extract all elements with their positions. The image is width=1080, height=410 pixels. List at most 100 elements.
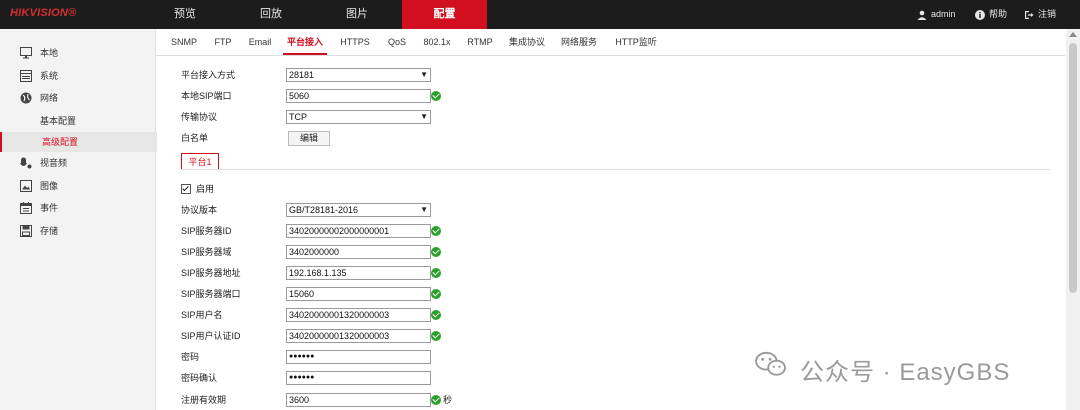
sidebar-item-label: 高级配置 <box>42 137 79 147</box>
watermark-text: 公众号 · EasyGBS <box>800 359 1011 386</box>
sidebar-item-label: 存储 <box>40 226 59 236</box>
password-confirm-label: 密码确认 <box>181 373 218 383</box>
protocol-version-label: 协议版本 <box>181 205 218 215</box>
globe-icon <box>20 92 32 104</box>
enable-label: 启用 <box>196 184 215 194</box>
help-label: 帮助 <box>989 9 1008 19</box>
sidebar-item-network[interactable]: 网络 <box>0 88 155 108</box>
sip-server-address-label: SIP服务器地址 <box>181 268 241 278</box>
tab-rtmp[interactable]: RTMP <box>463 29 497 55</box>
password-label: 密码 <box>181 352 200 362</box>
sip-server-address-input[interactable]: 192.168.1.135 <box>286 266 431 280</box>
seconds-unit: 秒 <box>443 395 453 405</box>
password-input[interactable]: ●●●●●● <box>286 350 431 364</box>
help-button[interactable]: 帮助 <box>975 0 1007 29</box>
chevron-down-icon: ▼ <box>420 70 428 79</box>
nav-configuration[interactable]: 配置 <box>402 0 487 29</box>
tab-8021x[interactable]: 802.1x <box>420 29 454 55</box>
access-mode-select[interactable]: 28181 ▼ <box>286 68 431 82</box>
tab-snmp[interactable]: SNMP <box>167 29 201 55</box>
user-icon <box>917 10 927 20</box>
tab-ftp[interactable]: FTP <box>210 29 236 55</box>
sidebar-item-system[interactable]: 系统 <box>0 66 155 86</box>
whitelist-edit-button[interactable]: 编辑 <box>288 131 330 146</box>
access-mode-label: 平台接入方式 <box>181 70 236 80</box>
hikvision-logo: HIKVISION® <box>10 7 77 19</box>
nav-playback[interactable]: 回放 <box>231 0 311 29</box>
sidebar-item-advanced-config[interactable]: 高级配置 <box>0 132 157 152</box>
tab-platform-access[interactable]: 平台接入 <box>283 29 327 55</box>
sidebar-item-storage[interactable]: 存储 <box>0 221 155 241</box>
sidebar-item-label: 事件 <box>40 203 59 213</box>
register-validity-input[interactable]: 3600 <box>286 393 431 407</box>
valid-check-icon <box>431 226 441 236</box>
tab-qos[interactable]: QoS <box>384 29 410 55</box>
nav-picture[interactable]: 图片 <box>317 0 397 29</box>
monitor-icon <box>20 47 32 59</box>
sip-server-domain-label: SIP服务器域 <box>181 247 232 257</box>
info-icon <box>975 9 985 20</box>
sidebar-item-basic-config[interactable]: 基本配置 <box>0 111 155 131</box>
transport-select[interactable]: TCP ▼ <box>286 110 431 124</box>
calendar-icon <box>20 202 32 214</box>
sip-auth-id-label: SIP用户认证ID <box>181 331 241 341</box>
logout-button[interactable]: 注销 <box>1024 0 1056 29</box>
logout-icon <box>1025 10 1034 19</box>
tab-platform-1[interactable]: 平台1 <box>181 153 219 170</box>
sidebar-item-label: 网络 <box>40 93 59 103</box>
sidebar-item-event[interactable]: 事件 <box>0 198 155 218</box>
tab-email[interactable]: Email <box>245 29 275 55</box>
whitelist-label: 白名单 <box>181 133 209 143</box>
sip-username-label: SIP用户名 <box>181 310 223 320</box>
register-validity-label: 注册有效期 <box>181 395 227 405</box>
sip-server-port-input[interactable]: 15060 <box>286 287 431 301</box>
sidebar: 本地 系统 网络 基本配置 高级配置 视音频 图像 事件 存储 <box>0 29 157 410</box>
scroll-up-icon[interactable] <box>1069 32 1077 37</box>
sidebar-item-label: 图像 <box>40 181 59 191</box>
sip-server-port-label: SIP服务器端口 <box>181 289 241 299</box>
valid-check-icon <box>431 91 441 101</box>
local-sip-port-input[interactable]: 5060 <box>286 89 431 103</box>
sidebar-item-label: 视音频 <box>40 158 68 168</box>
logout-label: 注销 <box>1038 9 1057 19</box>
divider <box>181 169 1050 170</box>
top-bar: HIKVISION® 预览 回放 图片 配置 admin 帮助 注销 <box>0 0 1080 29</box>
audio-video-icon <box>20 157 32 169</box>
sidebar-item-label: 基本配置 <box>40 116 77 126</box>
tab-network-service[interactable]: 网络服务 <box>559 29 599 55</box>
chevron-down-icon: ▼ <box>420 112 428 121</box>
valid-check-icon <box>431 289 441 299</box>
wechat-icon <box>755 351 786 376</box>
transport-label: 传输协议 <box>181 112 218 122</box>
sidebar-item-local[interactable]: 本地 <box>0 43 155 63</box>
vertical-scrollbar[interactable] <box>1066 29 1080 410</box>
sip-server-id-label: SIP服务器ID <box>181 226 232 236</box>
sidebar-item-image[interactable]: 图像 <box>0 176 155 196</box>
password-confirm-input[interactable]: ●●●●●● <box>286 371 431 385</box>
scrollbar-thumb[interactable] <box>1069 43 1077 293</box>
valid-check-icon <box>431 268 441 278</box>
local-sip-port-label: 本地SIP端口 <box>181 91 232 101</box>
username: admin <box>931 9 956 19</box>
sip-username-input[interactable]: 34020000001320000003 <box>286 308 431 322</box>
sidebar-item-label: 系统 <box>40 71 59 81</box>
sip-auth-id-input[interactable]: 34020000001320000003 <box>286 329 431 343</box>
valid-check-icon <box>431 247 441 257</box>
chevron-down-icon: ▼ <box>420 205 428 214</box>
sip-server-id-input[interactable]: 34020000002000000001 <box>286 224 431 238</box>
enable-checkbox[interactable] <box>181 184 191 194</box>
protocol-version-select[interactable]: GB/T28181-2016 ▼ <box>286 203 431 217</box>
user-menu[interactable]: admin <box>917 0 956 29</box>
system-icon <box>20 70 32 82</box>
tab-https[interactable]: HTTPS <box>338 29 372 55</box>
image-icon <box>20 180 32 192</box>
tab-integration-protocol[interactable]: 集成协议 <box>507 29 547 55</box>
nav-preview[interactable]: 预览 <box>145 0 225 29</box>
sidebar-item-audio-video[interactable]: 视音频 <box>0 153 155 173</box>
sip-server-domain-input[interactable]: 3402000000 <box>286 245 431 259</box>
config-tabs: SNMP FTP Email 平台接入 HTTPS QoS 802.1x RTM… <box>155 29 1065 56</box>
valid-check-icon <box>431 395 441 405</box>
storage-icon <box>20 225 32 237</box>
transport-value: TCP <box>289 112 307 122</box>
tab-http-listening[interactable]: HTTP监听 <box>611 29 661 55</box>
